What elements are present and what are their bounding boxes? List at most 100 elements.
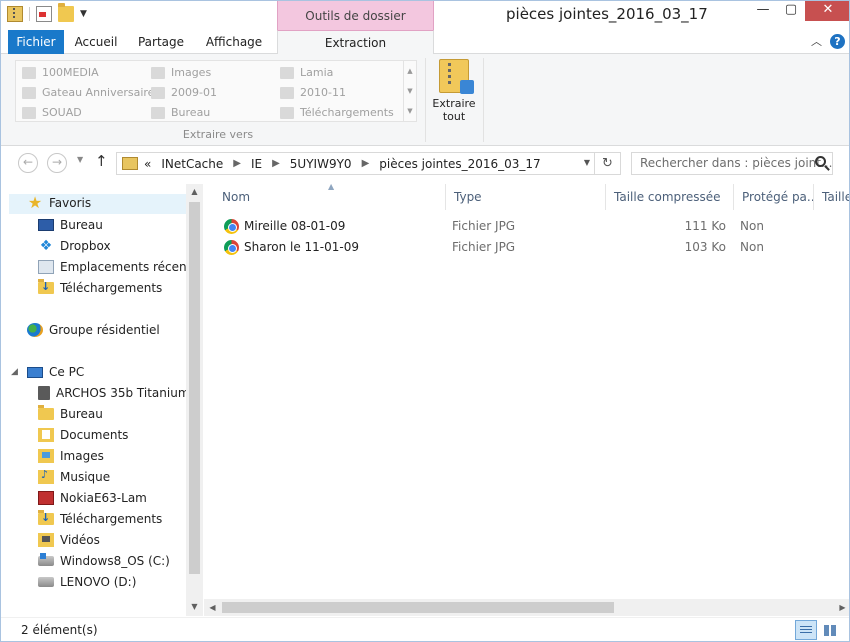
new-folder-icon[interactable] xyxy=(58,3,74,22)
extract-to-group: 100MEDIA Gateau Anniversaire SOUAD Image… xyxy=(13,58,419,142)
music-icon xyxy=(38,468,54,484)
scroll-left-icon[interactable]: ◀ xyxy=(204,599,221,616)
extract-all-button[interactable]: Extraire tout xyxy=(429,59,479,129)
navigation-pane: ★ Favoris Bureau ❖ Dropbox Emplacements ré… xyxy=(1,184,203,616)
extract-location[interactable]: Gateau Anniversaire xyxy=(22,86,154,99)
nav-item-downloads[interactable]: Téléchargements xyxy=(38,279,162,295)
folder-icon xyxy=(151,86,165,99)
nav-item-drive-d[interactable]: LENOVO (D:) xyxy=(38,575,136,589)
extract-all-label-1: Extraire xyxy=(432,97,476,110)
location-list-scroll[interactable]: ▲ ▼ ▼ xyxy=(403,61,416,121)
nav-item-desktop-pc[interactable]: Bureau xyxy=(38,405,103,421)
qat-dropdown-icon[interactable]: ▼ xyxy=(80,9,87,19)
window-controls: — ▢ ✕ xyxy=(749,1,849,21)
column-label: Type xyxy=(454,190,482,204)
nav-this-pc[interactable]: Ce PC xyxy=(27,365,84,379)
collapse-ribbon-icon[interactable]: ︿ xyxy=(811,33,822,49)
extract-location[interactable]: 100MEDIA xyxy=(22,66,99,79)
tab-home[interactable]: Accueil xyxy=(67,30,125,54)
up-button[interactable]: ↑ xyxy=(95,152,108,170)
breadcrumb-item[interactable]: IE xyxy=(251,157,262,171)
breadcrumb-chevron-icon[interactable]: ▶ xyxy=(233,158,241,169)
desktop-icon xyxy=(38,219,54,231)
column-header-protected[interactable]: Protégé pa... xyxy=(734,184,814,210)
refresh-icon[interactable]: ↻ xyxy=(594,153,620,174)
tab-view[interactable]: Affichage xyxy=(199,30,269,54)
column-header-type[interactable]: Type xyxy=(446,184,606,210)
address-dropdown-icon[interactable]: ▼ xyxy=(584,158,590,167)
extract-location[interactable]: 2010-11 xyxy=(280,86,346,99)
breadcrumb-item[interactable]: INetCache xyxy=(161,157,223,171)
scroll-up-icon[interactable]: ▲ xyxy=(404,61,416,81)
ribbon-help-controls: ︿ ? xyxy=(811,33,845,49)
extract-location[interactable]: Images xyxy=(151,66,211,79)
breadcrumb-overflow[interactable]: « xyxy=(144,157,151,171)
scroll-right-icon[interactable]: ▶ xyxy=(834,599,849,616)
nav-item-archos[interactable]: ARCHOS 35b Titanium xyxy=(38,386,190,400)
file-size: 111 Ko xyxy=(684,219,726,233)
breadcrumb-item[interactable]: pièces jointes_2016_03_17 xyxy=(379,157,540,171)
nav-item-nokia[interactable]: NokiaE63-Lam xyxy=(38,491,147,505)
nav-item-downloads-pc[interactable]: Téléchargements xyxy=(38,510,162,526)
recent-locations-icon[interactable]: ▼ xyxy=(77,155,83,164)
breadcrumb-chevron-icon[interactable]: ▶ xyxy=(272,158,280,169)
expand-gallery-icon[interactable]: ▼ xyxy=(404,101,416,121)
collapse-arrow-icon[interactable]: ◢ xyxy=(11,367,18,377)
extract-location[interactable]: Bureau xyxy=(151,106,210,119)
back-button[interactable]: ← xyxy=(18,153,38,173)
nav-item-videos[interactable]: Vidéos xyxy=(38,533,100,547)
nav-item-music[interactable]: Musique xyxy=(38,468,111,484)
forward-button[interactable]: → xyxy=(47,153,67,173)
maximize-button[interactable]: ▢ xyxy=(777,1,805,21)
search-icon[interactable] xyxy=(815,156,826,167)
nav-item-recent[interactable]: Emplacements récents xyxy=(38,260,198,274)
folder-icon xyxy=(280,86,294,99)
nav-homegroup[interactable]: Groupe résidentiel xyxy=(27,323,160,337)
homegroup-icon xyxy=(27,323,43,337)
view-switcher xyxy=(795,620,841,640)
nav-item-images[interactable]: Images xyxy=(38,449,104,463)
extract-location[interactable]: Téléchargements xyxy=(280,106,394,119)
breadcrumb-item[interactable]: 5UYIW9Y0 xyxy=(290,157,352,171)
scroll-down-icon[interactable]: ▼ xyxy=(404,81,416,101)
breadcrumb-chevron-icon[interactable]: ▶ xyxy=(362,158,370,169)
search-input[interactable]: Rechercher dans : pièces joint... xyxy=(631,152,833,175)
scroll-thumb[interactable] xyxy=(222,602,614,613)
file-row[interactable]: Mireille 08-01-09 Fichier JPG 111 Ko Non xyxy=(204,216,849,237)
file-row[interactable]: Sharon le 11-01-09 Fichier JPG 103 Ko No… xyxy=(204,237,849,258)
nav-item-desktop[interactable]: Bureau xyxy=(38,218,103,232)
folder-icon xyxy=(280,66,294,79)
column-header-compressed-size[interactable]: Taille compressée xyxy=(606,184,734,210)
videos-icon xyxy=(38,533,54,547)
scroll-up-icon[interactable]: ▲ xyxy=(186,187,203,196)
nav-label: Emplacements récents xyxy=(60,260,198,274)
details-view-button[interactable] xyxy=(795,620,817,640)
ribbon-panel: 100MEDIA Gateau Anniversaire SOUAD Image… xyxy=(1,54,849,146)
address-bar[interactable]: « INetCache ▶ IE ▶ 5UYIW9Y0 ▶ pièces joi… xyxy=(116,152,621,175)
column-header-size[interactable]: Taille xyxy=(814,184,849,210)
pictures-icon xyxy=(38,449,54,463)
help-icon[interactable]: ? xyxy=(830,33,845,49)
close-button[interactable]: ✕ xyxy=(805,1,849,21)
properties-icon[interactable] xyxy=(36,6,52,22)
tab-file[interactable]: Fichier xyxy=(8,30,64,54)
recent-places-icon xyxy=(38,260,54,274)
nav-item-dropbox[interactable]: ❖ Dropbox xyxy=(38,239,111,253)
nav-favorites[interactable]: ★ Favoris xyxy=(27,195,92,211)
scroll-down-icon[interactable]: ▼ xyxy=(186,602,203,611)
desktop-icon xyxy=(151,106,165,119)
extract-location[interactable]: 2009-01 xyxy=(151,86,217,99)
nav-item-documents[interactable]: Documents xyxy=(38,428,128,442)
nav-label: Favoris xyxy=(49,196,92,210)
tab-extract[interactable]: Extraction xyxy=(277,30,434,55)
minimize-button[interactable]: — xyxy=(749,1,777,21)
tab-share[interactable]: Partage xyxy=(131,30,191,54)
file-horizontal-scrollbar[interactable]: ◀ ▶ xyxy=(204,599,849,616)
extract-location[interactable]: SOUAD xyxy=(22,106,82,119)
nav-vertical-scrollbar[interactable]: ▲ ▼ xyxy=(186,184,203,616)
nav-label: Musique xyxy=(60,470,111,484)
extract-location[interactable]: Lamia xyxy=(280,66,333,79)
large-icons-view-button[interactable] xyxy=(819,620,841,640)
nav-item-drive-c[interactable]: Windows8_OS (C:) xyxy=(38,553,170,568)
scroll-thumb[interactable] xyxy=(189,202,200,574)
